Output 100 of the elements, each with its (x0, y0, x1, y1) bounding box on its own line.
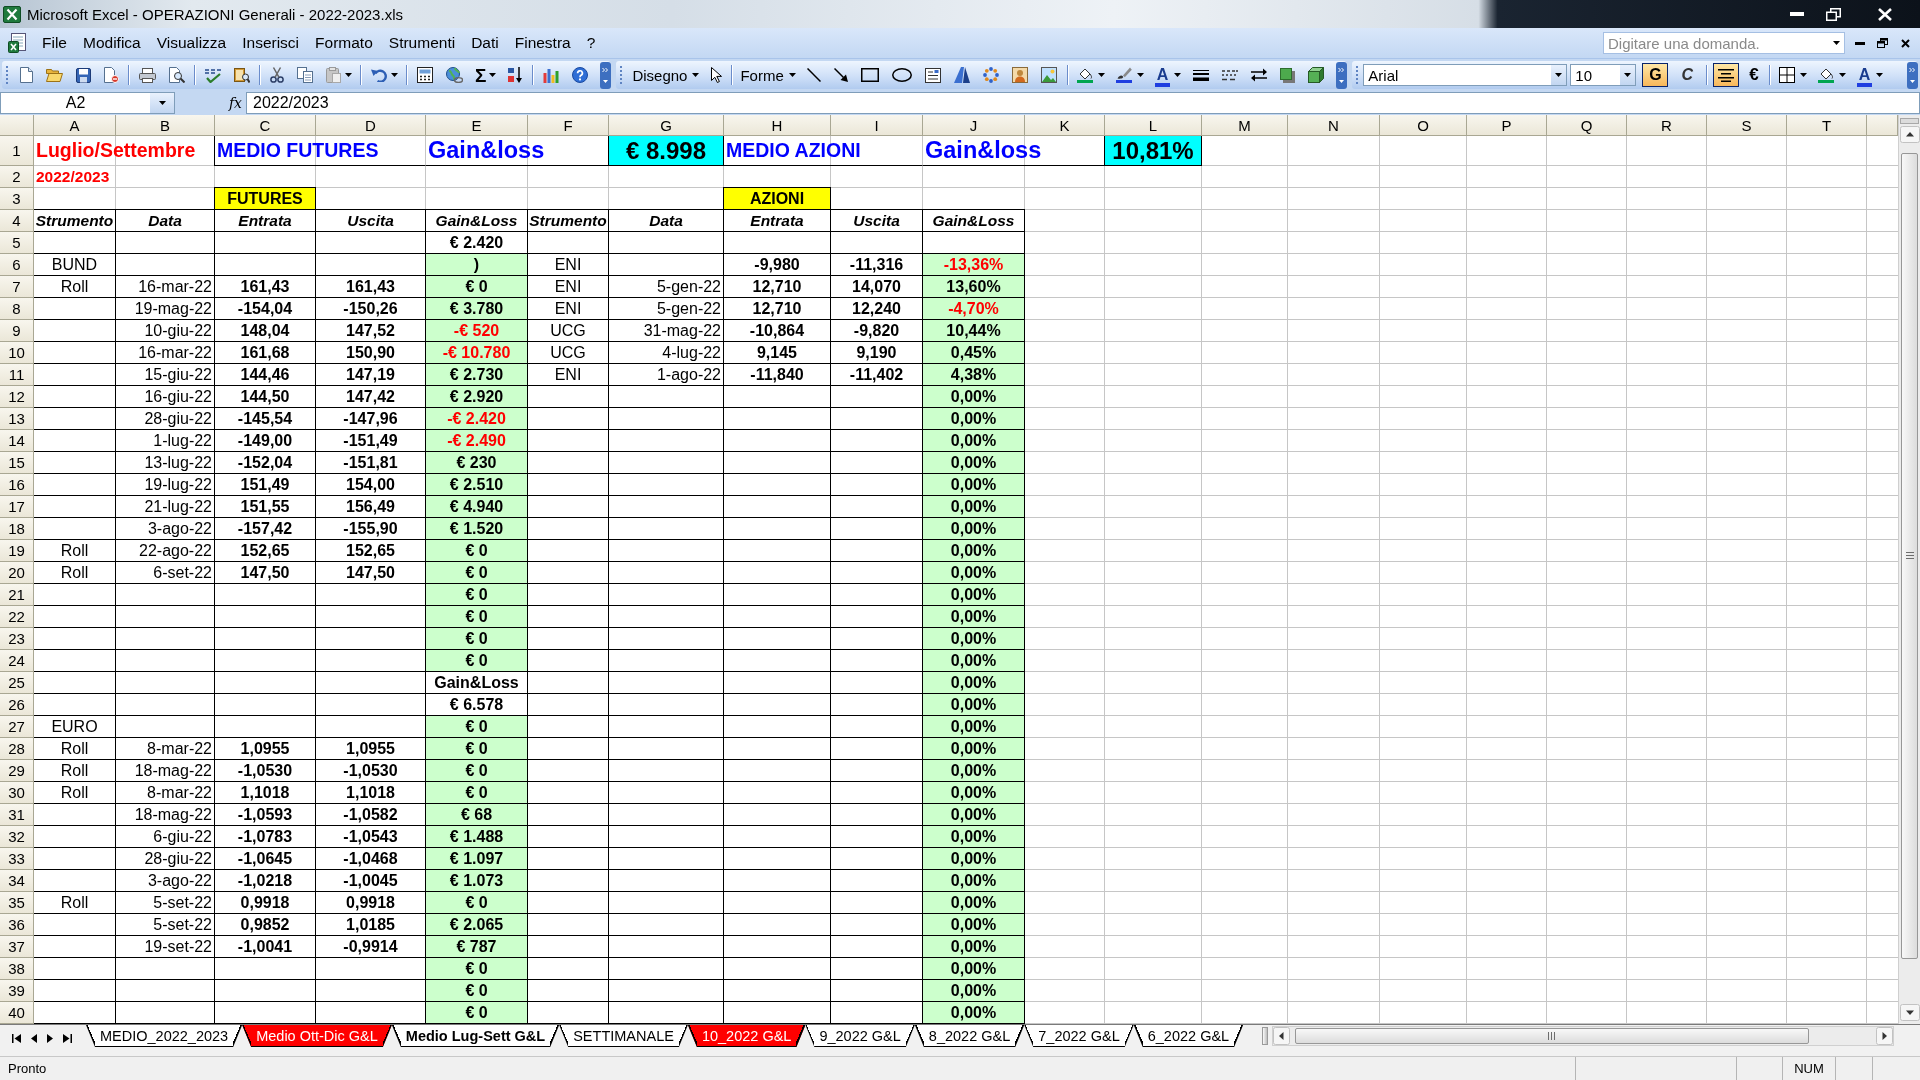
column-header[interactable]: I (831, 115, 923, 136)
row-header[interactable]: 18 (0, 518, 34, 540)
row-header[interactable]: 36 (0, 914, 34, 936)
shadow-square-icon[interactable] (1279, 67, 1295, 83)
caret-icon[interactable] (1174, 73, 1182, 77)
column-header[interactable]: L (1105, 115, 1202, 136)
minimize-icon[interactable] (1855, 41, 1865, 45)
row-header[interactable]: 28 (0, 738, 34, 760)
shapes-menu-button[interactable]: Forme (735, 66, 801, 84)
row-header[interactable]: 17 (0, 496, 34, 518)
help-icon[interactable] (571, 67, 588, 83)
row-header[interactable]: 24 (0, 650, 34, 672)
globe-icon[interactable] (445, 67, 463, 83)
row-header[interactable]: 35 (0, 892, 34, 914)
undo-icon[interactable] (370, 68, 387, 82)
toolbar-options-icon[interactable] (1907, 61, 1918, 89)
bold-button[interactable]: G (1642, 63, 1669, 87)
autosum-button[interactable]: Σ (475, 65, 487, 85)
sheet-tab[interactable]: SETTIMANALE (559, 1025, 688, 1047)
book-magnifier-icon[interactable] (233, 67, 250, 83)
portrait-frame-icon[interactable] (1012, 67, 1029, 83)
row-header[interactable]: 1 (0, 136, 34, 166)
print-preview-icon[interactable] (168, 67, 185, 83)
column-header[interactable]: O (1380, 115, 1467, 136)
menu-item[interactable]: Finestra (506, 32, 579, 54)
row-header[interactable]: 9 (0, 320, 34, 342)
printer-icon[interactable] (138, 67, 156, 83)
column-header[interactable]: N (1288, 115, 1380, 136)
spreadsheet-app-icon[interactable] (3, 5, 21, 23)
cube-icon[interactable] (1307, 67, 1324, 83)
sheet-tab[interactable]: MEDIO_2022_2023 (86, 1025, 243, 1047)
sheet-tab[interactable]: 7_2022 G&L (1024, 1025, 1134, 1047)
clipboard-icon[interactable] (325, 67, 341, 83)
font-color-button[interactable]: A (1856, 63, 1873, 87)
right-arrow-icon[interactable] (47, 1033, 53, 1043)
row-header[interactable]: 39 (0, 980, 34, 1002)
text-box-icon[interactable] (925, 67, 942, 83)
row-header[interactable]: 23 (0, 628, 34, 650)
column-header[interactable]: B (116, 115, 215, 136)
restore-icon[interactable] (1877, 38, 1888, 48)
column-header[interactable]: D (316, 115, 426, 136)
horizontal-scrollbar[interactable] (1272, 1026, 1894, 1046)
column-header[interactable]: P (1467, 115, 1547, 136)
sheet-tab[interactable]: Medio Ott-Dic G&L (242, 1025, 392, 1047)
first-arrow-icon[interactable] (12, 1033, 21, 1043)
last-arrow-icon[interactable] (63, 1033, 72, 1043)
menu-item[interactable]: File (34, 32, 75, 54)
column-header[interactable]: J (923, 115, 1025, 136)
line-weight-icon[interactable] (1192, 69, 1209, 81)
caret-icon[interactable] (345, 73, 352, 77)
row-header[interactable]: 22 (0, 606, 34, 628)
row-header[interactable]: 25 (0, 672, 34, 694)
line-tool-icon[interactable] (807, 68, 822, 82)
row-header[interactable]: 2 (0, 166, 34, 188)
double-arrow-icon[interactable] (1250, 68, 1267, 82)
menu-item[interactable]: Visualizza (148, 32, 235, 54)
column-header[interactable]: E (426, 115, 528, 136)
document-stop-icon[interactable] (103, 67, 119, 83)
row-header[interactable]: 33 (0, 848, 34, 870)
paint-bucket-icon[interactable] (1077, 67, 1094, 83)
row-header[interactable]: 37 (0, 936, 34, 958)
dotted-ring-icon[interactable] (983, 67, 1000, 83)
column-header[interactable]: F (528, 115, 609, 136)
row-header[interactable]: 3 (0, 188, 34, 210)
new-document-icon[interactable] (19, 67, 33, 83)
dash-style-icon[interactable] (1221, 69, 1238, 81)
italic-button[interactable]: C (1674, 63, 1701, 87)
column-header[interactable]: R (1627, 115, 1707, 136)
brush-icon[interactable] (1116, 67, 1133, 83)
row-header[interactable]: 31 (0, 804, 34, 826)
caret-icon[interactable] (1136, 73, 1144, 77)
arrow-tool-icon[interactable] (834, 68, 849, 82)
insert-function-button[interactable]: fx (177, 95, 244, 111)
currency-button[interactable]: € (1749, 65, 1759, 85)
column-header[interactable]: Q (1547, 115, 1627, 136)
row-header[interactable]: 12 (0, 386, 34, 408)
center-align-button[interactable] (1713, 63, 1740, 87)
row-header[interactable]: 38 (0, 958, 34, 980)
row-header[interactable]: 4 (0, 210, 34, 232)
column-header[interactable]: H (724, 115, 831, 136)
workbook-icon[interactable] (8, 33, 29, 53)
copy-icon[interactable] (296, 67, 313, 83)
toolbar-options-icon[interactable] (600, 61, 612, 89)
tab-split-handle[interactable] (1262, 1027, 1268, 1045)
caret-icon[interactable] (692, 73, 700, 77)
row-header[interactable]: 27 (0, 716, 34, 738)
caret-icon[interactable] (1876, 73, 1884, 77)
sheet-tab[interactable]: 8_2022 G&L (914, 1025, 1025, 1047)
menu-item[interactable]: Dati (463, 32, 507, 54)
row-header[interactable]: 16 (0, 474, 34, 496)
sheet-tab[interactable]: 6_2022 G&L (1133, 1025, 1244, 1047)
column-header[interactable]: G (609, 115, 724, 136)
sheet-tab[interactable]: 10_2022 G&L (687, 1025, 806, 1047)
row-header[interactable]: 29 (0, 760, 34, 782)
oval-tool-icon[interactable] (892, 68, 913, 82)
scissors-icon[interactable] (269, 67, 284, 83)
borders-icon[interactable] (1779, 67, 1796, 83)
caret-icon[interactable] (391, 73, 398, 77)
column-header[interactable]: K (1025, 115, 1105, 136)
row-header[interactable]: 6 (0, 254, 34, 276)
